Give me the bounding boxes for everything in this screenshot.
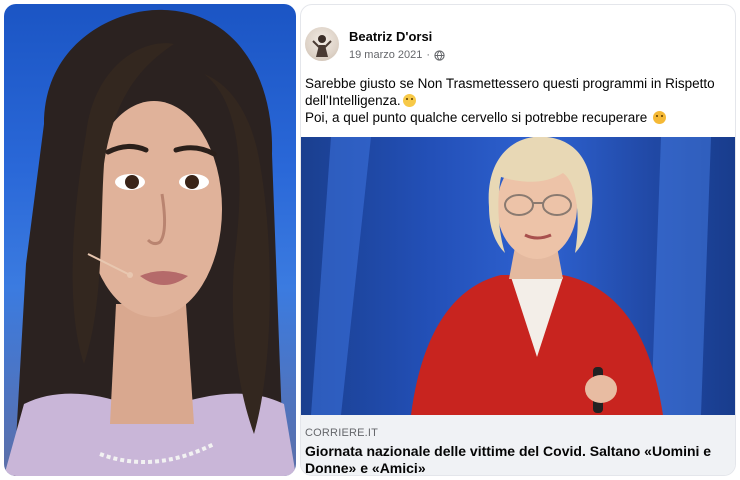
link-headline[interactable]: Giornata nazionale delle vittime del Cov… <box>305 443 733 475</box>
image-collage: Beatriz D'orsi 19 marzo 2021 · Sarebbe g… <box>0 0 740 480</box>
grimacing-face-emoji-icon <box>402 94 416 107</box>
post-header: Beatriz D'orsi 19 marzo 2021 · <box>303 23 723 67</box>
author-avatar[interactable] <box>305 27 339 61</box>
globe-icon <box>434 49 445 61</box>
post-text: Sarebbe giusto se Non Trasmettessero que… <box>305 75 733 126</box>
post-meta: 19 marzo 2021 · <box>349 49 445 61</box>
article-image[interactable] <box>301 137 735 415</box>
rolling-laughing-emoji-icon <box>653 111 666 124</box>
facebook-post: Beatriz D'orsi 19 marzo 2021 · Sarebbe g… <box>300 4 736 476</box>
woman-portrait-illustration <box>4 9 296 476</box>
presenter-illustration <box>311 137 711 415</box>
author-name[interactable]: Beatriz D'orsi <box>349 29 432 44</box>
link-preview[interactable]: CORRIERE.IT Giornata nazionale delle vit… <box>301 415 735 475</box>
link-source: CORRIERE.IT <box>305 427 379 439</box>
post-text-line-2: Poi, a quel punto qualche cervello si po… <box>305 110 648 125</box>
post-date[interactable]: 19 marzo 2021 <box>349 49 422 61</box>
left-photo-woman <box>4 4 296 476</box>
post-text-line-1: Sarebbe giusto se Non Trasmettessero que… <box>305 76 715 108</box>
avatar-figure-icon <box>312 35 332 57</box>
